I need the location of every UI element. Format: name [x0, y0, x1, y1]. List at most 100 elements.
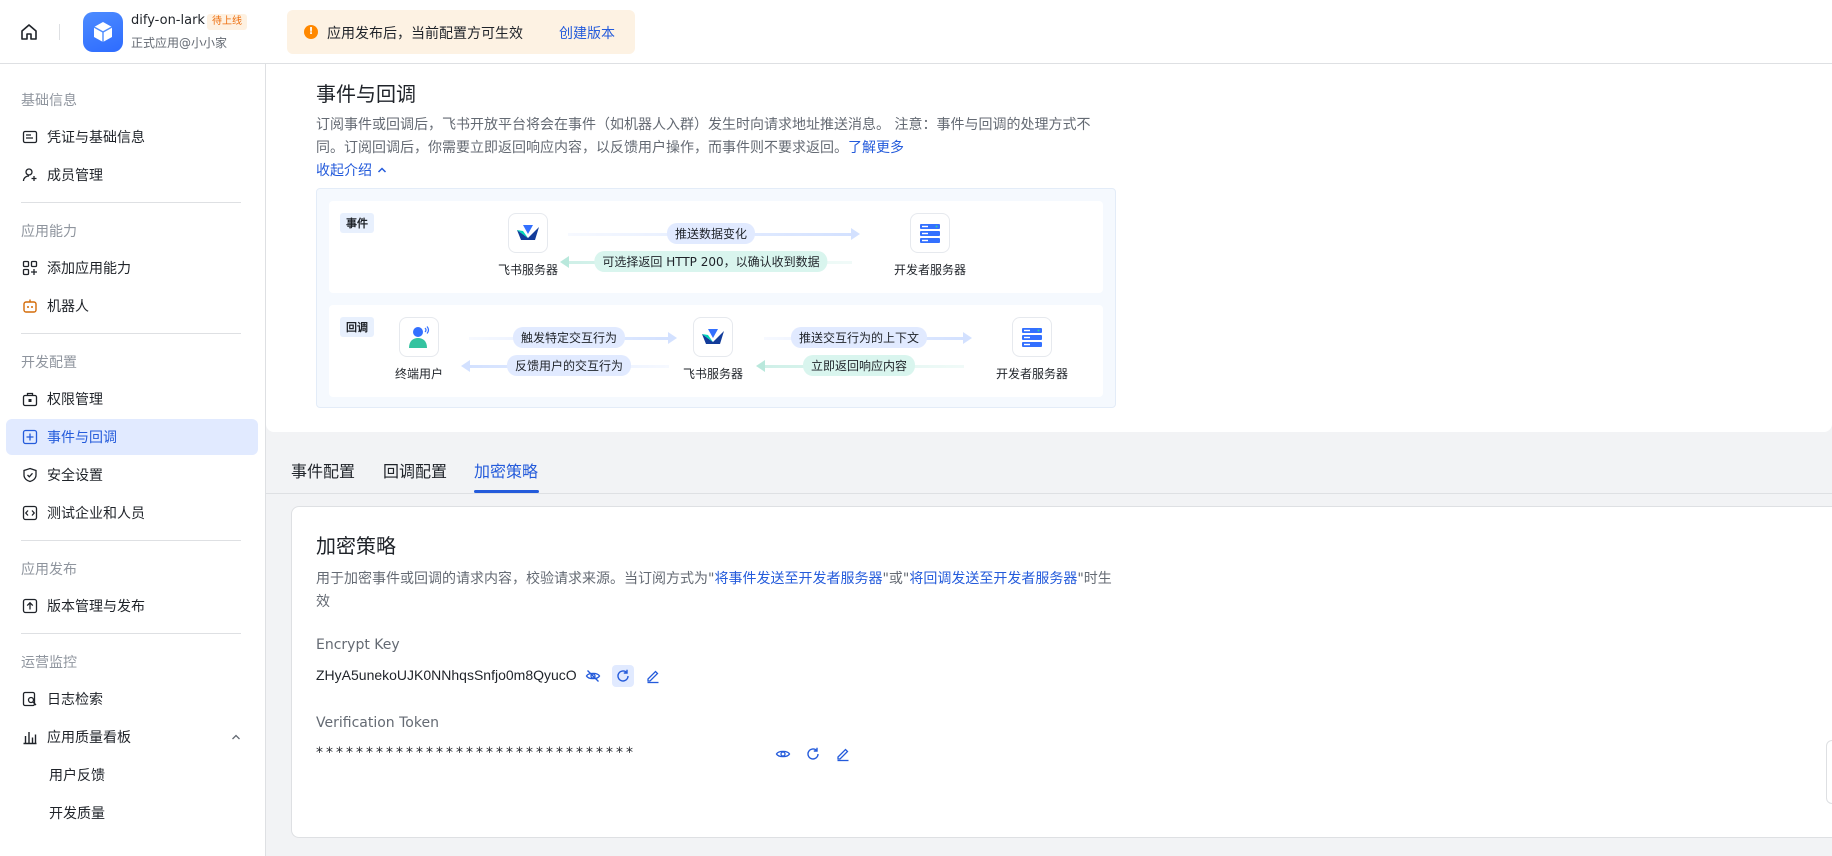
- top-bar: dify-on-lark 待上线 正式应用@小小家 ! 应用发布后，当前配置方可…: [0, 0, 1832, 64]
- sidebar-item-dev-quality[interactable]: 开发质量: [6, 795, 258, 831]
- event-icon: [22, 429, 38, 445]
- optional-return-pill: 可选择返回 HTTP 200，以确认收到数据: [594, 251, 828, 272]
- learn-more-link[interactable]: 了解更多: [848, 140, 904, 156]
- encryption-desc-line2: 效: [316, 594, 330, 610]
- sidebar-item-add-capability[interactable]: 添加应用能力: [6, 250, 258, 286]
- encryption-card: 加密策略 用于加密事件或回调的请求内容，校验请求来源。当订阅方式为"将事件发送至…: [291, 506, 1832, 838]
- tab-encryption[interactable]: 加密策略: [474, 458, 538, 482]
- eye-icon: [775, 750, 791, 758]
- dev-server-label: 开发者服务器: [893, 263, 966, 277]
- section-basic-info: 基础信息: [21, 93, 77, 109]
- active-tab-indicator: [474, 490, 539, 493]
- home-button[interactable]: [13, 16, 45, 48]
- feishu-server-node: 飞书服务器: [663, 317, 763, 382]
- collapse-intro-label: 收起介绍: [316, 163, 372, 179]
- sidebar-item-credentials[interactable]: 凭证与基础信息: [6, 119, 258, 155]
- feishu-server-label: 飞书服务器: [682, 367, 743, 381]
- sidebar: 基础信息 凭证与基础信息 成员管理 应用能力 添加应用能力 机器人 开发配置 权…: [0, 64, 266, 856]
- sidebar-item-label: 开发质量: [49, 806, 105, 822]
- edit-key-button[interactable]: [642, 665, 664, 687]
- encryption-description: 用于加密事件或回调的请求内容，校验请求来源。当订阅方式为"将事件发送至开发者服务…: [316, 568, 1136, 614]
- verification-token-value: ********************************: [316, 745, 636, 761]
- sidebar-item-events[interactable]: 事件与回调: [6, 419, 258, 455]
- notice-text: 应用发布后，当前配置方可生效: [327, 26, 523, 42]
- cube-icon: [93, 22, 113, 42]
- immediate-return-pill: 立即返回响应内容: [802, 355, 916, 376]
- end-user-node: 终端用户: [369, 317, 469, 382]
- verification-token-label: Verification Token: [316, 715, 439, 731]
- create-version-link[interactable]: 创建版本: [559, 23, 615, 43]
- sidebar-divider: [21, 333, 241, 334]
- tab-callback-config[interactable]: 回调配置: [383, 458, 447, 482]
- show-token-button[interactable]: [772, 743, 794, 765]
- send-events-link[interactable]: 将事件发送至开发者服务器: [714, 571, 882, 587]
- sidebar-item-user-feedback[interactable]: 用户反馈: [6, 757, 258, 793]
- sidebar-divider: [21, 540, 241, 541]
- flow-diagram: 事件 飞书服务器 推送数据变化 可选择返回 HTTP 200，以确认收到数据 开…: [316, 188, 1116, 408]
- code-icon: [22, 505, 38, 521]
- server-icon: [910, 213, 950, 253]
- sidebar-item-label: 事件与回调: [47, 430, 117, 446]
- grid-add-icon: [22, 260, 38, 276]
- trigger-interaction-pill: 触发特定交互行为: [512, 327, 626, 348]
- sidebar-item-label: 日志检索: [47, 692, 103, 708]
- hide-key-button[interactable]: [582, 665, 604, 687]
- chevron-up-icon[interactable]: [230, 731, 242, 743]
- sidebar-divider: [21, 633, 241, 634]
- publish-notice: ! 应用发布后，当前配置方可生效 创建版本: [287, 10, 635, 54]
- edit-token-button[interactable]: [832, 743, 854, 765]
- section-monitor: 运营监控: [21, 655, 77, 671]
- sidebar-divider: [21, 202, 241, 203]
- dev-server-label: 开发者服务器: [995, 367, 1068, 381]
- side-panel-handle[interactable]: [1826, 740, 1832, 804]
- encrypt-key-label: Encrypt Key: [316, 637, 400, 653]
- sidebar-item-security[interactable]: 安全设置: [6, 457, 258, 493]
- dev-server-node: 开发者服务器: [875, 213, 985, 278]
- sidebar-item-quality-board[interactable]: 应用质量看板: [6, 719, 258, 755]
- edit-icon: [647, 670, 659, 684]
- intro-desc-text: 同。订阅回调后，你需要立即返回响应内容，以反馈用户操作，而事件则不要求返回。: [316, 140, 848, 156]
- intro-desc-line2: 同。订阅回调后，你需要立即返回响应内容，以反馈用户操作，而事件则不要求返回。了解…: [316, 137, 1106, 160]
- feishu-logo-icon: [508, 213, 548, 253]
- app-name[interactable]: dify-on-lark: [131, 13, 205, 28]
- add-user-icon: [22, 167, 38, 183]
- dev-server-node: 开发者服务器: [977, 317, 1087, 382]
- sidebar-item-label: 测试企业和人员: [47, 506, 145, 522]
- sidebar-item-members[interactable]: 成员管理: [6, 157, 258, 193]
- eye-off-icon: [585, 670, 601, 682]
- credentials-icon: [22, 129, 38, 145]
- push-data-change-pill: 推送数据变化: [666, 223, 756, 244]
- callback-flow-row: 回调 终端用户 触发特定交互行为 反馈用户的交互行为 飞书服务器 推送交互行为的…: [329, 305, 1103, 397]
- feishu-server-node: 飞书服务器: [478, 213, 578, 278]
- intro-description: 订阅事件或回调后，飞书开放平台将会在事件（如机器人入群）发生时向请求地址推送消息…: [316, 114, 1106, 160]
- push-context-pill: 推送交互行为的上下文: [790, 327, 928, 348]
- sidebar-item-label: 凭证与基础信息: [47, 130, 145, 146]
- encrypt-key-value: ZHyA5unekoUJK0NNhqsSnfjo0m8QyucO: [316, 667, 577, 683]
- sidebar-item-permissions[interactable]: 权限管理: [6, 381, 258, 417]
- sidebar-item-bot[interactable]: 机器人: [6, 288, 258, 324]
- desc-text: "或": [882, 571, 910, 587]
- tab-event-config[interactable]: 事件配置: [291, 458, 355, 482]
- sidebar-item-log-search[interactable]: 日志检索: [6, 681, 258, 717]
- sidebar-item-test-enterprise[interactable]: 测试企业和人员: [6, 495, 258, 531]
- sidebar-item-versions[interactable]: 版本管理与发布: [6, 588, 258, 624]
- end-user-label: 终端用户: [394, 367, 443, 381]
- home-icon: [21, 24, 37, 40]
- bar-chart-icon: [22, 729, 38, 745]
- robot-icon: [22, 298, 38, 314]
- page-title: 事件与回调: [316, 82, 416, 106]
- app-subtitle: 正式应用@小小家: [131, 36, 228, 50]
- server-icon: [1012, 317, 1052, 357]
- send-callbacks-link[interactable]: 将回调发送至开发者服务器: [909, 571, 1077, 587]
- section-capability: 应用能力: [21, 224, 77, 240]
- event-tag: 事件: [340, 213, 374, 233]
- collapse-intro-button[interactable]: 收起介绍: [316, 160, 388, 180]
- header-divider: [59, 24, 60, 40]
- app-logo: [83, 12, 123, 52]
- refresh-icon: [807, 747, 819, 760]
- user-icon: [399, 317, 439, 357]
- refresh-token-button[interactable]: [802, 743, 824, 765]
- refresh-key-button[interactable]: [612, 665, 634, 687]
- sidebar-item-label: 版本管理与发布: [47, 599, 145, 615]
- log-search-icon: [22, 691, 38, 707]
